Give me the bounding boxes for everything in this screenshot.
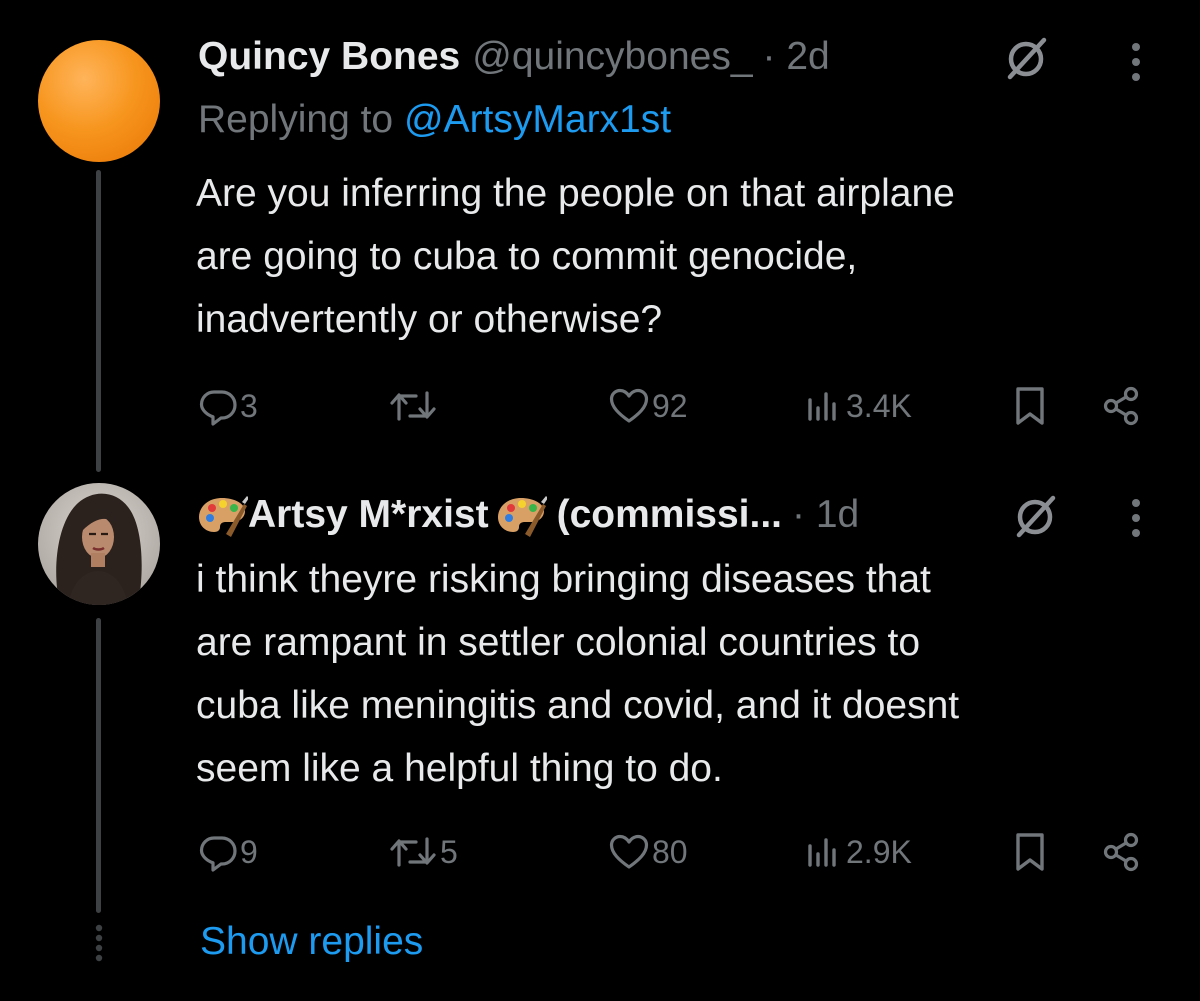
avatar-artsy-marxist[interactable] — [38, 483, 160, 605]
tweet-header: Quincy Bones @quincybones_ · 2d — [198, 32, 830, 82]
share-icon — [1103, 386, 1139, 426]
views-button[interactable]: 2.9K — [804, 830, 912, 874]
tweet-text-line: Are you inferring the people on that air… — [196, 172, 955, 215]
like-button[interactable]: 80 — [608, 830, 688, 874]
thread-continuation-dots — [93, 924, 105, 969]
more-icon[interactable] — [1130, 42, 1142, 87]
retweet-count: 5 — [440, 833, 458, 870]
more-icon[interactable] — [1130, 498, 1142, 543]
bookmark-icon — [1016, 833, 1044, 871]
retweet-icon — [390, 391, 436, 421]
tweet-text: Are you inferring the people on that air… — [196, 162, 1176, 351]
tweet-text-line: are going to cuba to commit genocide, — [196, 235, 858, 278]
tweet-text: i think theyre risking bringing diseases… — [196, 548, 1186, 800]
like-count: 80 — [652, 833, 688, 870]
show-replies-link[interactable]: Show replies — [200, 920, 423, 964]
reply-count: 3 — [240, 387, 258, 424]
palette-emoji-icon — [497, 495, 548, 537]
like-icon — [609, 834, 649, 869]
tweet-text-line: inadvertently or otherwise? — [196, 298, 663, 341]
display-name-emoji — [196, 492, 249, 538]
thread-line — [96, 618, 101, 913]
palette-emoji-icon — [199, 495, 249, 537]
bookmark-icon — [1016, 387, 1044, 425]
bookmark-button[interactable] — [1012, 830, 1048, 874]
display-name-suffix[interactable]: (commissi... — [557, 493, 782, 537]
views-icon — [808, 838, 836, 867]
views-count: 3.4K — [846, 387, 912, 424]
display-name[interactable]: Quincy Bones — [198, 35, 460, 79]
like-icon — [609, 388, 649, 423]
tweet-text-line: i think theyre risking bringing diseases… — [196, 558, 931, 601]
replying-mention[interactable]: @ArtsyMarx1st — [404, 98, 671, 141]
share-button[interactable] — [1100, 830, 1142, 874]
views-count: 2.9K — [846, 833, 912, 870]
timestamp[interactable]: · 1d — [792, 493, 859, 537]
grok-icon[interactable] — [1003, 36, 1049, 87]
reply-icon — [199, 390, 237, 426]
grok-icon[interactable] — [1012, 494, 1058, 545]
tweet-header: Artsy M*rxist (commissi... · 1d — [196, 490, 859, 540]
share-button[interactable] — [1100, 384, 1142, 428]
retweet-button[interactable]: 5 — [388, 830, 458, 874]
like-count: 92 — [652, 387, 688, 424]
reply-button[interactable]: 3 — [198, 384, 258, 428]
retweet-icon — [390, 837, 436, 867]
views-button[interactable]: 3.4K — [804, 384, 912, 428]
reply-icon — [199, 836, 237, 872]
handle[interactable]: @quincybones_ — [472, 35, 752, 79]
reply-count: 9 — [240, 833, 258, 870]
thread-line — [96, 170, 101, 472]
tweet-text-line: seem like a helpful thing to do. — [196, 747, 723, 790]
display-name[interactable]: Artsy M*rxist — [248, 493, 489, 537]
tweet-text-line: cuba like meningitis and covid, and it d… — [196, 684, 960, 727]
views-icon — [808, 392, 836, 421]
display-name-emoji — [495, 492, 548, 538]
share-icon — [1103, 832, 1139, 872]
like-button[interactable]: 92 — [608, 384, 688, 428]
bookmark-button[interactable] — [1012, 384, 1048, 428]
tweet-text-line: are rampant in settler colonial countrie… — [196, 621, 921, 664]
avatar-quincy-bones[interactable] — [38, 40, 160, 162]
replying-prefix: Replying to — [198, 98, 394, 141]
retweet-button[interactable] — [388, 384, 438, 428]
replying-to: Replying to @ArtsyMarx1st — [198, 98, 671, 142]
reply-button[interactable]: 9 — [198, 830, 258, 874]
timestamp[interactable]: · 2d — [763, 35, 830, 79]
